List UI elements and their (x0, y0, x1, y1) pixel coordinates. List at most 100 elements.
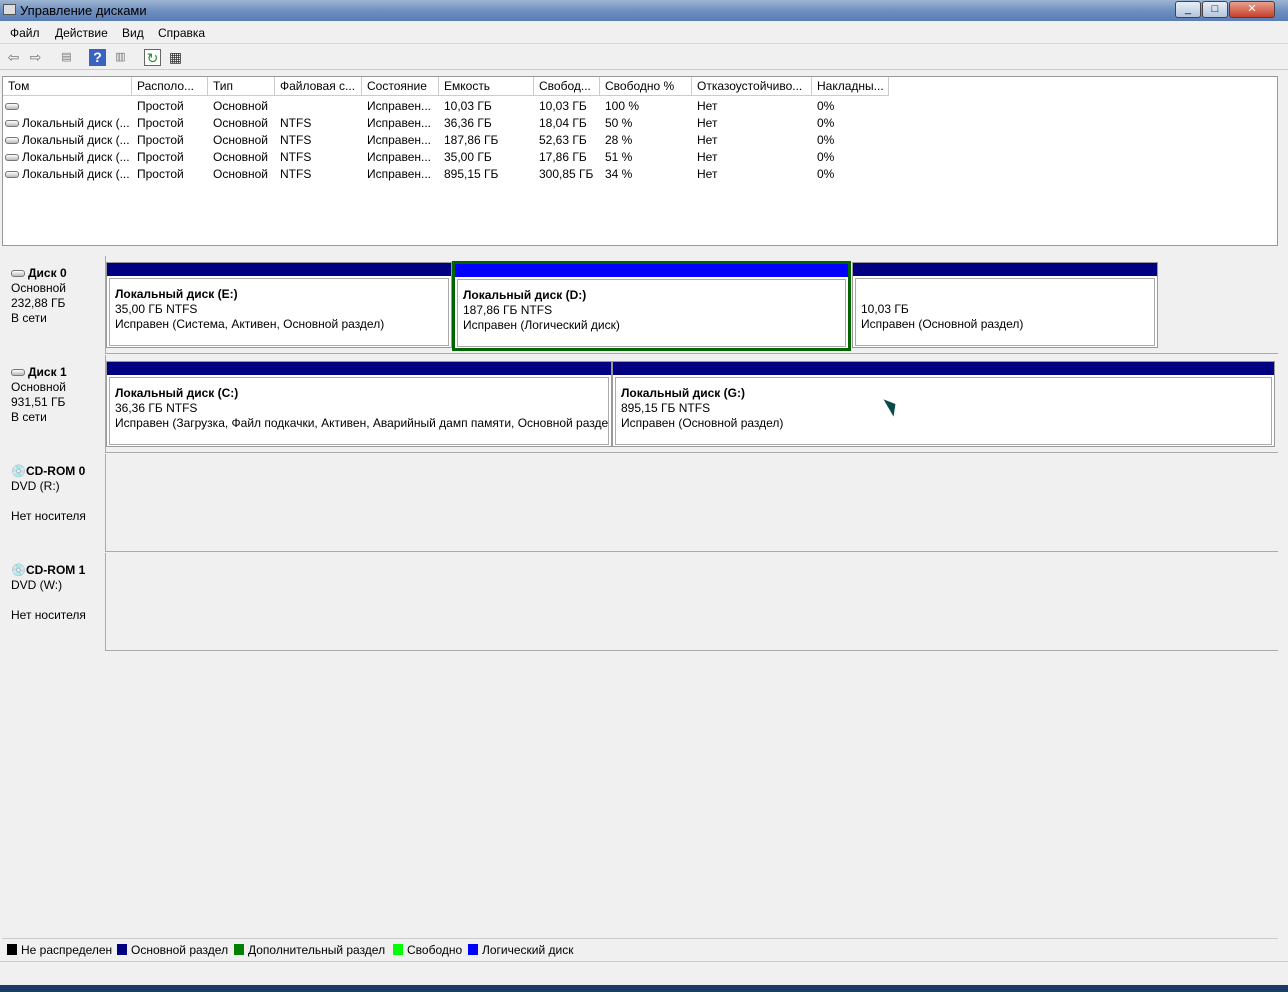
cell-text: 17,86 ГБ (539, 150, 587, 164)
disk-1-row: Диск 1 Основной 931,51 ГБ В сети Локальный… (2, 355, 1278, 453)
cell-text: Исправен... (367, 116, 432, 130)
forward-icon[interactable]: ⇨ (27, 49, 44, 66)
table-row[interactable]: Локальный диск (... Простой Основной NTFS Ис… (3, 131, 1277, 148)
refresh-icon[interactable]: ↻ (144, 49, 161, 66)
cell-text: NTFS (280, 167, 312, 181)
cell-text: Простой (137, 150, 184, 164)
cdrom-0-label[interactable]: 💿CD-ROM 0 DVD (R:) Нет носителя (2, 454, 106, 552)
disk-0-label[interactable]: Диск 0 Основной 232,88 ГБ В сети (2, 256, 106, 354)
table-cell: Простой (137, 116, 208, 130)
table-cell: 0% (817, 150, 889, 164)
cell-text: Нет (697, 167, 718, 181)
hard-disk-icon (11, 369, 25, 377)
partition-e[interactable]: Локальный диск (E:) 35,00 ГБ NTFS Исправен… (106, 262, 452, 348)
properties-icon[interactable]: ▦ (167, 49, 184, 66)
table-cell: 17,86 ГБ (539, 150, 600, 164)
table-cell: Основной (213, 99, 275, 113)
cell-text: NTFS (280, 133, 312, 147)
table-cell: Простой (137, 167, 208, 181)
column-header[interactable]: Файловая с... (275, 77, 362, 96)
cell-text: Основной (213, 167, 269, 181)
cell-text: 34 % (605, 167, 633, 181)
partition-c[interactable]: Локальный диск (C:) 36,36 ГБ NTFS Исправен… (106, 361, 612, 447)
table-cell: Простой (137, 133, 208, 147)
cell-text: Основной (213, 133, 269, 147)
hard-disk-icon (11, 270, 25, 278)
column-header[interactable]: Тип (208, 77, 275, 96)
cell-text: Простой (137, 99, 184, 113)
table-row[interactable]: Простой Основной Исправен... 10,03 ГБ 10,03 … (3, 97, 1277, 114)
menu-action[interactable]: Действие (55, 26, 108, 40)
partition-d[interactable]: Локальный диск (D:) 187,86 ГБ NTFS Исправе… (452, 261, 851, 351)
table-cell: 34 % (605, 167, 692, 181)
cell-text: 35,00 ГБ (444, 150, 492, 164)
table-cell: NTFS (280, 150, 362, 164)
cell-text: 187,86 ГБ (444, 133, 499, 147)
taskbar (0, 985, 1288, 992)
cell-text: 10,03 ГБ (539, 99, 587, 113)
column-header[interactable]: Состояние (362, 77, 439, 96)
partition-unlabeled[interactable]: 10,03 ГБ Исправен (Основной раздел) (852, 262, 1158, 348)
table-cell: 0% (817, 133, 889, 147)
table-cell: 52,63 ГБ (539, 133, 600, 147)
volume-icon (5, 137, 19, 145)
column-header[interactable]: Свобод... (534, 77, 600, 96)
help-icon[interactable]: ? (89, 49, 106, 66)
cell-text: 0% (817, 99, 835, 113)
cell-text: Простой (137, 133, 184, 147)
table-cell: 18,04 ГБ (539, 116, 600, 130)
legend-primary: Основной раздел (117, 943, 228, 957)
cell-text: Локальный диск (... (22, 116, 129, 130)
table-cell: Исправен... (367, 167, 439, 181)
cell-text: Нет (697, 133, 718, 147)
cell-text: 100 % (605, 99, 640, 113)
cdrom-1-label[interactable]: 💿CD-ROM 1 DVD (W:) Нет носителя (2, 553, 106, 651)
table-cell: 100 % (605, 99, 692, 113)
menu-view[interactable]: Вид (122, 26, 144, 40)
cell-text: Нет (697, 99, 718, 113)
action-pane-icon[interactable]: ▥ (112, 49, 129, 66)
table-cell: Основной (213, 116, 275, 130)
cell-text: 0% (817, 167, 835, 181)
cell-text: 10,03 ГБ (444, 99, 492, 113)
cell-text: 300,85 ГБ (539, 167, 594, 181)
cell-text: Локальный диск (... (22, 150, 129, 164)
cell-text: Простой (137, 116, 184, 130)
column-header[interactable]: Свободно % (600, 77, 692, 96)
table-cell: Исправен... (367, 116, 439, 130)
table-cell: Локальный диск (... (5, 150, 129, 164)
table-row[interactable]: Локальный диск (... Простой Основной NTFS Ис… (3, 148, 1277, 165)
column-header[interactable]: Отказоустойчиво... (692, 77, 812, 96)
cdrom-icon: 💿 (11, 563, 26, 577)
close-button[interactable]: ✕ (1229, 1, 1275, 18)
legend: Не распределен Основной раздел Дополните… (2, 938, 1278, 958)
maximize-button[interactable]: □ (1202, 1, 1228, 18)
partition-g[interactable]: Локальный диск (G:) 895,15 ГБ NTFS Исправе… (612, 361, 1275, 447)
column-header[interactable]: Располо... (132, 77, 208, 96)
disk-1-label[interactable]: Диск 1 Основной 931,51 ГБ В сети (2, 355, 106, 453)
cell-text: Нет (697, 150, 718, 164)
cell-text: Локальный диск (... (22, 167, 129, 181)
column-header[interactable]: Том (3, 77, 132, 96)
minimize-button[interactable]: _ (1175, 1, 1201, 18)
menu-file[interactable]: Файл (10, 26, 40, 40)
cell-text: Исправен... (367, 99, 432, 113)
table-row[interactable]: Локальный диск (... Простой Основной NTFS Ис… (3, 165, 1277, 182)
table-cell: 300,85 ГБ (539, 167, 600, 181)
console-tree-icon[interactable]: ▤ (58, 49, 75, 66)
cell-text: 51 % (605, 150, 633, 164)
table-row[interactable]: Локальный диск (... Простой Основной NTFS Ис… (3, 114, 1277, 131)
legend-logical: Логический диск (468, 943, 574, 957)
table-cell: Локальный диск (... (5, 116, 129, 130)
window-title: Управление дисками (20, 3, 147, 18)
column-header[interactable]: Накладны... (812, 77, 889, 96)
cell-text: NTFS (280, 116, 312, 130)
menu-help[interactable]: Справка (158, 26, 205, 40)
table-cell: Нет (697, 133, 812, 147)
back-icon[interactable]: ⇦ (5, 49, 22, 66)
table-cell: Исправен... (367, 99, 439, 113)
table-cell: 10,03 ГБ (539, 99, 600, 113)
volume-icon (5, 103, 19, 111)
column-header[interactable]: Емкость (439, 77, 534, 96)
table-cell: 0% (817, 116, 889, 130)
